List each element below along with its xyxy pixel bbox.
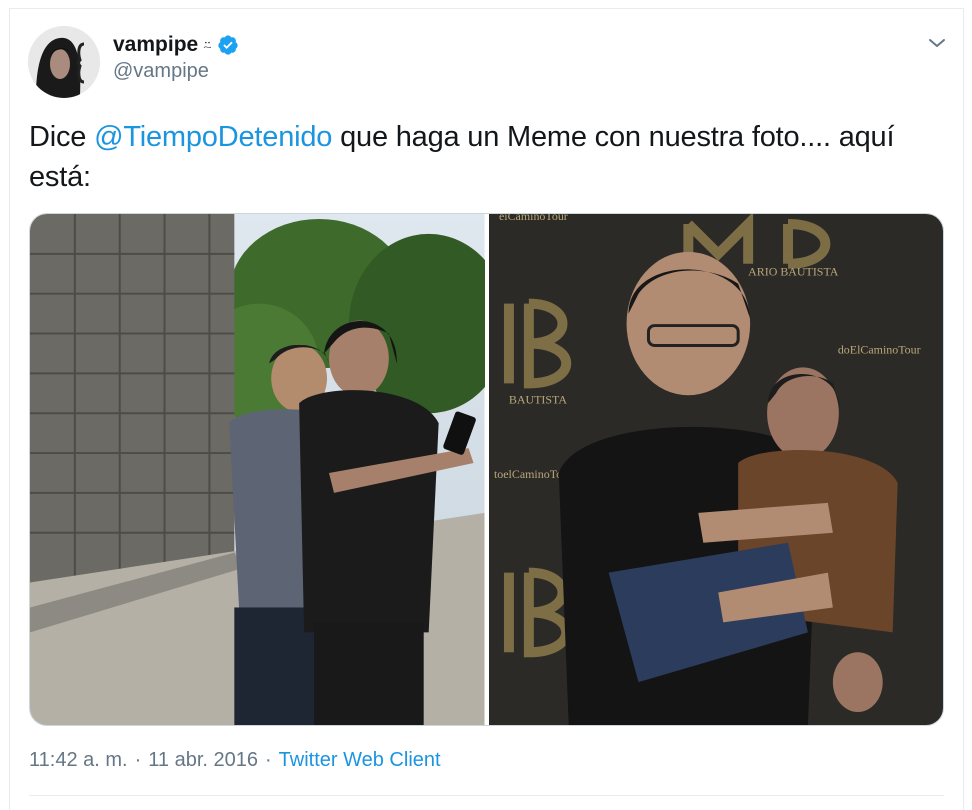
tweet-meta: 11:42 a. m. · 11 abr. 2016 · Twitter Web… bbox=[29, 749, 441, 772]
mention-link[interactable]: @TiempoDetenido bbox=[94, 121, 332, 153]
avatar[interactable] bbox=[28, 26, 100, 98]
tweet-card: vampipe ⍨ @vampipe Dice @TiempoDetenido … bbox=[9, 8, 964, 810]
photo-2[interactable]: ARIO BAUTISTA BAUTISTA doElCaminoTour to… bbox=[488, 214, 943, 725]
svg-text:BAUTISTA: BAUTISTA bbox=[508, 392, 566, 406]
media-grid: ARIO BAUTISTA BAUTISTA doElCaminoTour to… bbox=[29, 213, 944, 726]
svg-text:doElCaminoTour: doElCaminoTour bbox=[837, 342, 920, 356]
user-handle[interactable]: @vampipe bbox=[113, 60, 209, 83]
photo-1[interactable] bbox=[30, 214, 485, 725]
tweet-source-link[interactable]: Twitter Web Client bbox=[279, 749, 441, 772]
avatar-image bbox=[28, 26, 100, 98]
svg-text:toelCaminoTo: toelCaminoTo bbox=[493, 467, 561, 481]
svg-text:eiCaminoTour: eiCaminoTour bbox=[498, 214, 567, 223]
meta-separator: · bbox=[264, 749, 272, 771]
photo-selfie-image bbox=[30, 214, 485, 725]
divider bbox=[29, 795, 944, 796]
tweet-time[interactable]: 11:42 a. m. bbox=[29, 749, 128, 772]
tweet-text: Dice @TiempoDetenido que haga un Meme co… bbox=[29, 121, 895, 193]
tweet-date[interactable]: 11 abr. 2016 bbox=[148, 749, 258, 772]
chevron-down-icon[interactable] bbox=[925, 31, 949, 55]
verified-badge-icon bbox=[217, 34, 239, 56]
meta-separator: · bbox=[134, 749, 142, 771]
photo-meme-image: ARIO BAUTISTA BAUTISTA doElCaminoTour to… bbox=[488, 214, 943, 725]
display-name-row[interactable]: vampipe ⍨ bbox=[113, 31, 239, 59]
svg-text:ARIO BAUTISTA: ARIO BAUTISTA bbox=[748, 265, 839, 279]
display-name[interactable]: vampipe ⍨ bbox=[113, 33, 212, 57]
